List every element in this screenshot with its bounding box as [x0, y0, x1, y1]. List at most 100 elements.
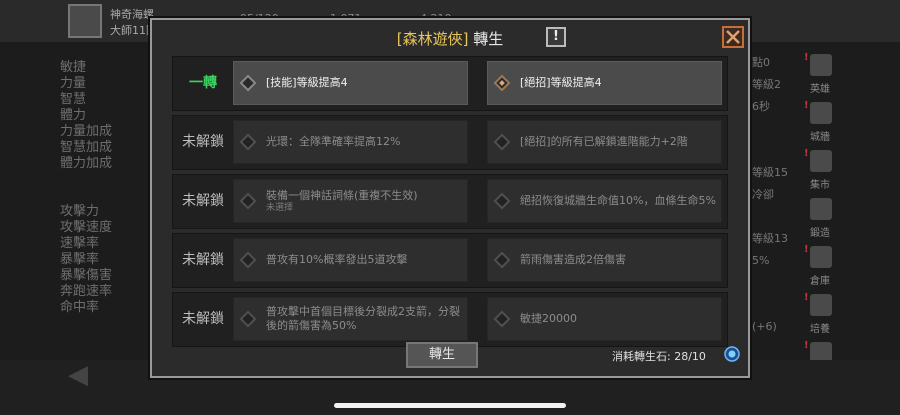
nav-train[interactable]: ! 培養: [800, 292, 840, 338]
info-button[interactable]: !: [546, 27, 566, 47]
dialog-title: [森林遊俠] 轉生: [152, 28, 748, 49]
stat-label: [60, 172, 160, 188]
stat-label: 敏捷: [60, 60, 87, 75]
stat-label: 速擊率: [60, 236, 100, 251]
option-text: [絕招]的所有已解鎖進階能力+2階: [520, 135, 688, 148]
skill-value: 點0: [752, 56, 770, 69]
option-text: 敏捷20000: [520, 312, 577, 325]
hero-stats-list: 敏捷 力量 智慧 體力 力量加成 智慧加成 體力加成 攻擊力 攻擊速度 速擊率 …: [60, 60, 160, 360]
skill-value: 冷卻: [752, 188, 774, 201]
rebirth-stone-cost: 消耗轉生石: 28/10: [612, 350, 706, 363]
home-indicator[interactable]: [334, 403, 566, 408]
stat-label: 力量加成: [60, 124, 113, 139]
stat-label: 暴擊傷害: [60, 268, 113, 283]
skill-value: 等級15: [752, 166, 788, 179]
nav-label: 集市: [810, 180, 830, 191]
hero-class-name: [森林遊俠]: [396, 30, 469, 48]
skill-value: 等級2: [752, 78, 781, 91]
tier-option-left[interactable]: [技能]等級提高4: [233, 61, 468, 105]
tier-option-right[interactable]: 絕招恢復城牆生命值10%，血條生命5%: [487, 179, 722, 223]
title-suffix: 轉生: [468, 30, 504, 48]
stat-label: [60, 188, 160, 204]
tier-option-left[interactable]: 光環：全隊準確率提高12%: [233, 120, 468, 164]
diamond-icon: [239, 310, 257, 328]
option-text: 箭雨傷害造成2倍傷害: [520, 253, 626, 266]
stat-label: 體力: [60, 108, 87, 123]
nav-label: 倉庫: [810, 276, 830, 287]
close-button[interactable]: [722, 26, 744, 48]
option-text: 光環：全隊準確率提高12%: [266, 135, 401, 148]
alert-icon: !: [804, 148, 809, 159]
diamond-icon: [493, 251, 511, 269]
wall-icon: [810, 102, 832, 124]
left-arrow-icon: ◀: [68, 360, 88, 390]
option-text: 普攻擊中首個目標後分裂成2支箭，分裂後的箭傷害為50%: [266, 305, 460, 332]
diamond-icon: [493, 192, 511, 210]
rebirth-tier-list: 一轉 [技能]等級提高4 [絕招]等級提高4 未解鎖 光環：全隊準確率提高12%…: [172, 56, 728, 351]
option-text: 普攻有10%概率發出5道攻擊: [266, 253, 408, 266]
skill-value: [752, 140, 798, 162]
tier-label: 一轉: [189, 75, 217, 91]
option-text: [絕招]等級提高4: [520, 76, 602, 89]
skill-value: 等級13: [752, 232, 788, 245]
option-text: 裝備一個神話詞條(重複不生效): [266, 188, 418, 202]
stat-label: 體力加成: [60, 156, 113, 171]
right-nav-bar: ! 英雄 ! 城牆 ! 集市 鍛造 ! 倉庫 ! 培養 !: [800, 52, 842, 388]
nav-market[interactable]: ! 集市: [800, 148, 840, 194]
tier-option-right[interactable]: 箭雨傷害造成2倍傷害: [487, 238, 722, 282]
tier-option-right[interactable]: 敏捷20000: [487, 297, 722, 341]
stat-label: 智慧: [60, 92, 87, 107]
tier-label: 未解鎖: [182, 134, 224, 150]
stat-label: 命中率: [60, 300, 100, 315]
rebirth-tier-row: 未解鎖 裝備一個神話詞條(重複不生效) 未選擇 絕招恢復城牆生命值10%，血條生…: [172, 174, 728, 229]
alert-icon: !: [804, 292, 809, 303]
stat-label: 智慧加成: [60, 140, 113, 155]
storage-icon: [810, 246, 832, 268]
stat-label: 力量: [60, 76, 87, 91]
stat-label: 攻擊力: [60, 204, 100, 219]
skill-value: 5%: [752, 254, 770, 267]
skill-value: [752, 294, 798, 316]
alert-icon: !: [804, 340, 809, 351]
nav-label: 英雄: [810, 84, 830, 95]
rebirth-stone-icon: [724, 346, 740, 362]
alert-icon: !: [804, 244, 809, 255]
rebirth-tier-row: 未解鎖 普攻擊中首個目標後分裂成2支箭，分裂後的箭傷害為50% 敏捷20000: [172, 292, 728, 347]
rebirth-dialog: [森林遊俠] 轉生 ! 一轉 [技能]等級提高4 [絕招]等級提高4 未解鎖 光…: [150, 18, 750, 378]
train-icon: [810, 294, 832, 316]
skill-levels-column: 點0 等級2 6秒 等級15 冷卻 等級13 5% (+6): [752, 52, 798, 338]
stat-label: 攻擊速度: [60, 220, 113, 235]
diamond-icon: [239, 251, 257, 269]
skill-value: [752, 206, 798, 228]
alert-icon: !: [804, 100, 809, 111]
tier-option-left[interactable]: 裝備一個神話詞條(重複不生效) 未選擇: [233, 179, 468, 223]
tier-option-left[interactable]: 普攻有10%概率發出5道攻擊: [233, 238, 468, 282]
diamond-icon: [239, 74, 257, 92]
tier-option-right[interactable]: [絕招]的所有已解鎖進階能力+2階: [487, 120, 722, 164]
tier-option-left[interactable]: 普攻擊中首個目標後分裂成2支箭，分裂後的箭傷害為50%: [233, 297, 468, 341]
diamond-icon: [239, 192, 257, 210]
nav-forge[interactable]: 鍛造: [800, 196, 840, 242]
close-icon: [726, 30, 740, 44]
tier-option-right[interactable]: [絕招]等級提高4: [487, 61, 722, 105]
diamond-selected-icon: [493, 74, 511, 92]
skill-value: 6秒: [752, 100, 770, 113]
skill-value: (+6): [752, 320, 777, 333]
nav-label: 鍛造: [810, 228, 830, 239]
player-avatar[interactable]: [68, 4, 102, 38]
nav-storage[interactable]: ! 倉庫: [800, 244, 840, 290]
nav-label: 城牆: [810, 132, 830, 143]
tier-label: 未解鎖: [182, 193, 224, 209]
tier-label: 未解鎖: [182, 311, 224, 327]
option-text: [技能]等級提高4: [266, 76, 348, 89]
skill-value: [752, 118, 798, 140]
market-icon: [810, 150, 832, 172]
alert-icon: !: [804, 52, 809, 63]
forge-icon: [810, 198, 832, 220]
rebirth-tier-row: 未解鎖 光環：全隊準確率提高12% [絕招]的所有已解鎖進階能力+2階: [172, 115, 728, 170]
nav-wall[interactable]: ! 城牆: [800, 100, 840, 146]
hero-icon: [810, 54, 832, 76]
diamond-icon: [493, 310, 511, 328]
rebirth-button[interactable]: 轉生: [406, 342, 478, 368]
nav-hero[interactable]: ! 英雄: [800, 52, 840, 98]
